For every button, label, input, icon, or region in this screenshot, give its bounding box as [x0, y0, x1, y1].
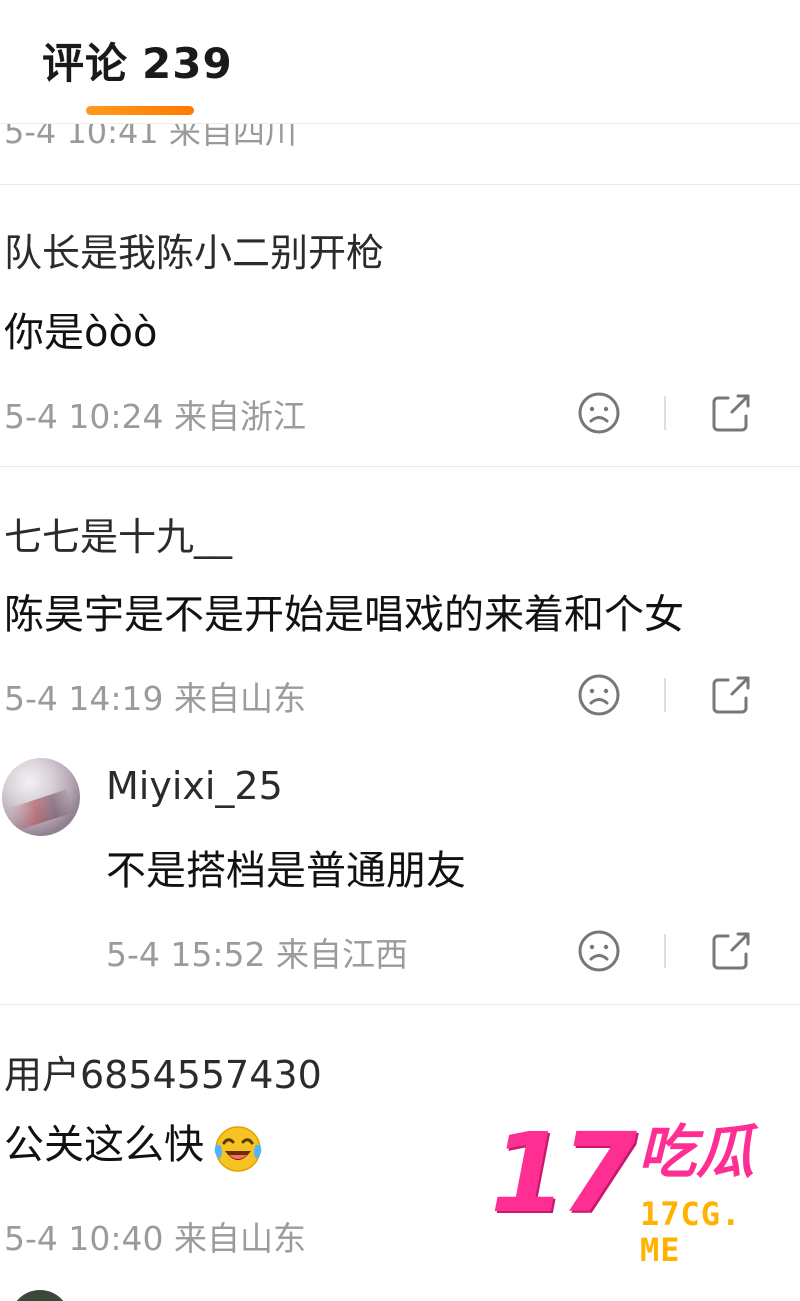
- divider: [0, 1004, 800, 1005]
- sad-face-icon[interactable]: [576, 672, 622, 718]
- watermark-number: 17: [490, 1109, 637, 1237]
- reply-text: 不是搭档是普通朋友: [106, 848, 466, 894]
- watermark-logo: 17 吃瓜 17CG. ME: [490, 1109, 800, 1268]
- comment-meta: 5-4 10:40 来自山东: [4, 1219, 306, 1258]
- share-icon[interactable]: [708, 928, 754, 974]
- comment-meta: 5-4 10:24 来自浙江: [4, 397, 306, 436]
- comment-text: 陈昊宇是不是开始是唱戏的来着和个女: [4, 592, 684, 638]
- sad-face-icon[interactable]: [576, 390, 622, 436]
- comment-username[interactable]: 队长是我陈小二别开枪: [4, 222, 384, 277]
- action-separator: [664, 678, 666, 712]
- comments-header: 评论 239: [0, 0, 800, 124]
- comments-tab[interactable]: 评论 239: [42, 30, 233, 91]
- avatar[interactable]: [10, 1290, 70, 1301]
- watermark-name: 吃瓜: [638, 1118, 755, 1186]
- divider: [0, 466, 800, 467]
- reply-username[interactable]: Miyixi_25: [106, 764, 283, 808]
- comment-text: 公关这么快: [4, 1122, 204, 1168]
- comments-count: 239: [142, 39, 233, 88]
- active-tab-indicator: [86, 106, 194, 115]
- comment-text-row: 公关这么快: [4, 1112, 266, 1175]
- comment-username[interactable]: 用户6854557430: [4, 1044, 322, 1099]
- comment-username[interactable]: 七七是十九__: [4, 506, 232, 561]
- laughing-crying-emoji-icon: [214, 1126, 262, 1172]
- action-separator: [664, 396, 666, 430]
- sad-face-icon[interactable]: [576, 928, 622, 974]
- comment-meta: 5-4 14:19 来自山东: [4, 679, 306, 718]
- share-icon[interactable]: [708, 672, 754, 718]
- divider: [0, 184, 800, 185]
- comments-tab-label: 评论: [42, 39, 129, 88]
- action-separator: [664, 934, 666, 968]
- share-icon[interactable]: [708, 390, 754, 436]
- comment-meta-partial: 5-4 10:41 来自四川: [4, 122, 297, 150]
- reply-meta: 5-4 15:52 来自江西: [106, 935, 408, 974]
- comment-text: 你是ὸὸὸ: [4, 310, 158, 356]
- avatar[interactable]: [2, 758, 80, 836]
- watermark-url: 17CG. ME: [640, 1195, 742, 1269]
